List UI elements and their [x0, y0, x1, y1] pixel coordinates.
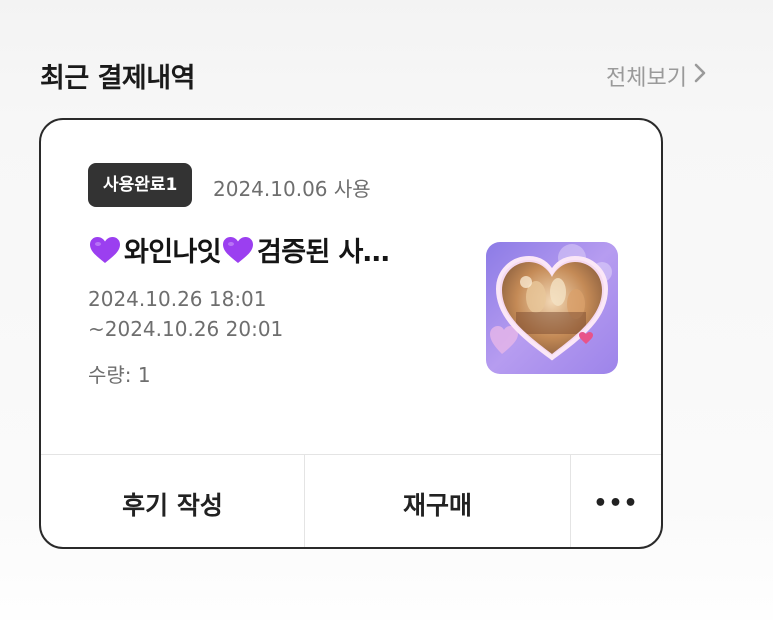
- schedule-start: 2024.10.26 18:01: [88, 287, 267, 311]
- purple-heart-icon: [88, 235, 122, 265]
- used-date: 2024.10.06 사용: [213, 177, 371, 201]
- write-review-button[interactable]: 후기 작성: [41, 455, 305, 547]
- product-name[interactable]: 와인나잇 검증된 사…: [88, 230, 428, 269]
- order-card[interactable]: 사용완료1 2024.10.06 사용 와인나잇 검증된 사… 2024.10.…: [39, 118, 663, 549]
- more-options-icon[interactable]: •••: [571, 455, 661, 547]
- rebuy-button[interactable]: 재구매: [305, 455, 571, 547]
- see-all-link[interactable]: 전체보기: [606, 60, 707, 92]
- schedule-end: ~2024.10.26 20:01: [88, 317, 284, 341]
- action-bar: 후기 작성 재구매 •••: [41, 454, 661, 547]
- chevron-right-icon: [687, 62, 707, 90]
- product-name-rest: 검증된 사…: [256, 237, 390, 268]
- product-thumbnail[interactable]: [486, 242, 618, 374]
- quantity: 수량: 1: [88, 363, 151, 387]
- section-title: 최근 결제내역: [40, 63, 195, 94]
- see-all-label: 전체보기: [606, 66, 687, 91]
- status-badge: 사용완료1: [88, 163, 193, 207]
- purple-heart-icon: [221, 235, 255, 265]
- product-name-prefix: 와인나잇: [124, 237, 222, 268]
